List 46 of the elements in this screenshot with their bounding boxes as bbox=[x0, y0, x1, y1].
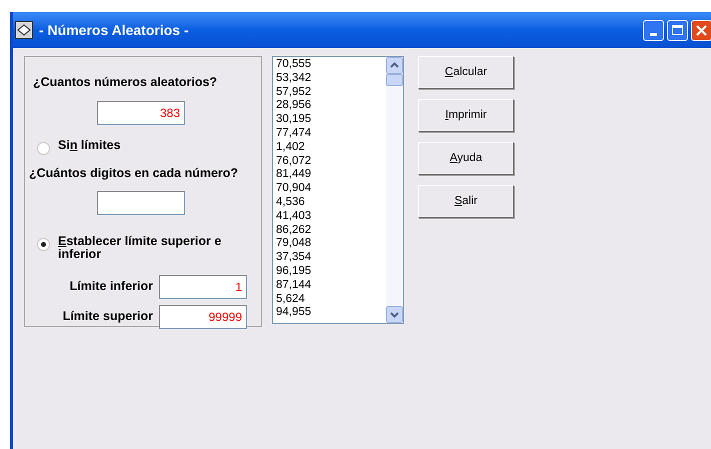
list-item[interactable]: 28,956 bbox=[276, 99, 386, 114]
results-list[interactable]: 70,555 53,342 57,952 28,956 30,195 77,474 1,402 76,072 81,449 70,904 4,536 41,403 86,262 79,048 37,354 96,195 87,144 5,624 94,955 bbox=[272, 56, 404, 324]
radio-button[interactable] bbox=[37, 238, 50, 250]
scrollbar[interactable] bbox=[386, 57, 403, 323]
list-item[interactable]: 77,474 bbox=[276, 126, 386, 141]
list-item[interactable]: 5,624 bbox=[276, 292, 386, 306]
list-item[interactable]: 41,403 bbox=[276, 210, 386, 224]
scroll-thumb[interactable] bbox=[386, 74, 403, 86]
action-button[interactable]: Calcular bbox=[418, 56, 514, 89]
action-button[interactable]: Imprimir bbox=[418, 99, 514, 132]
list-item[interactable]: 37,354 bbox=[276, 251, 386, 265]
list-item[interactable]: 53,342 bbox=[276, 72, 386, 86]
window-title: - Números Aleatorios - bbox=[39, 20, 189, 40]
digits-field[interactable] bbox=[97, 190, 185, 214]
list-item[interactable]: 57,952 bbox=[276, 86, 386, 100]
limit-label: Límite inferior bbox=[70, 278, 153, 296]
list-item[interactable]: 87,144 bbox=[276, 278, 386, 293]
radio-label: Sin límites bbox=[58, 138, 122, 152]
close-icon bbox=[696, 24, 707, 36]
scroll-up-icon[interactable] bbox=[386, 57, 403, 74]
count-field[interactable]: 383 bbox=[97, 100, 185, 125]
list-item[interactable]: 81,449 bbox=[276, 168, 386, 182]
minimize-button[interactable] bbox=[643, 20, 664, 40]
list-item[interactable]: 30,195 bbox=[276, 113, 386, 127]
limit-label: Límite superior bbox=[62, 308, 153, 326]
question-label: ¿Cuantos números aleatorios? bbox=[32, 74, 218, 91]
list-item[interactable]: 70,555 bbox=[276, 58, 386, 72]
close-button[interactable] bbox=[691, 20, 711, 40]
radio-button[interactable] bbox=[37, 142, 50, 155]
action-button[interactable]: Ayuda bbox=[418, 142, 514, 175]
scroll-down-icon[interactable] bbox=[386, 306, 403, 323]
limit-field[interactable]: 1 bbox=[159, 274, 247, 298]
question-label: ¿Cuántos digitos en cada número? bbox=[28, 164, 240, 182]
limit-field[interactable]: 99999 bbox=[159, 304, 247, 328]
list-item[interactable]: 4,536 bbox=[276, 196, 386, 210]
list-item[interactable]: 96,195 bbox=[276, 264, 386, 279]
maximize-button[interactable] bbox=[667, 20, 688, 40]
list-item[interactable]: 1,402 bbox=[276, 140, 386, 155]
list-item[interactable]: 76,072 bbox=[276, 154, 386, 168]
window-icon bbox=[15, 21, 33, 39]
list-item[interactable]: 94,955 bbox=[276, 306, 386, 320]
radio-label: Establecer límite superior e inferior bbox=[58, 234, 222, 260]
list-item[interactable]: 86,262 bbox=[276, 224, 386, 238]
action-button[interactable]: Salir bbox=[418, 185, 514, 218]
list-item[interactable]: 70,904 bbox=[276, 182, 386, 196]
list-item[interactable]: 79,048 bbox=[276, 237, 386, 252]
